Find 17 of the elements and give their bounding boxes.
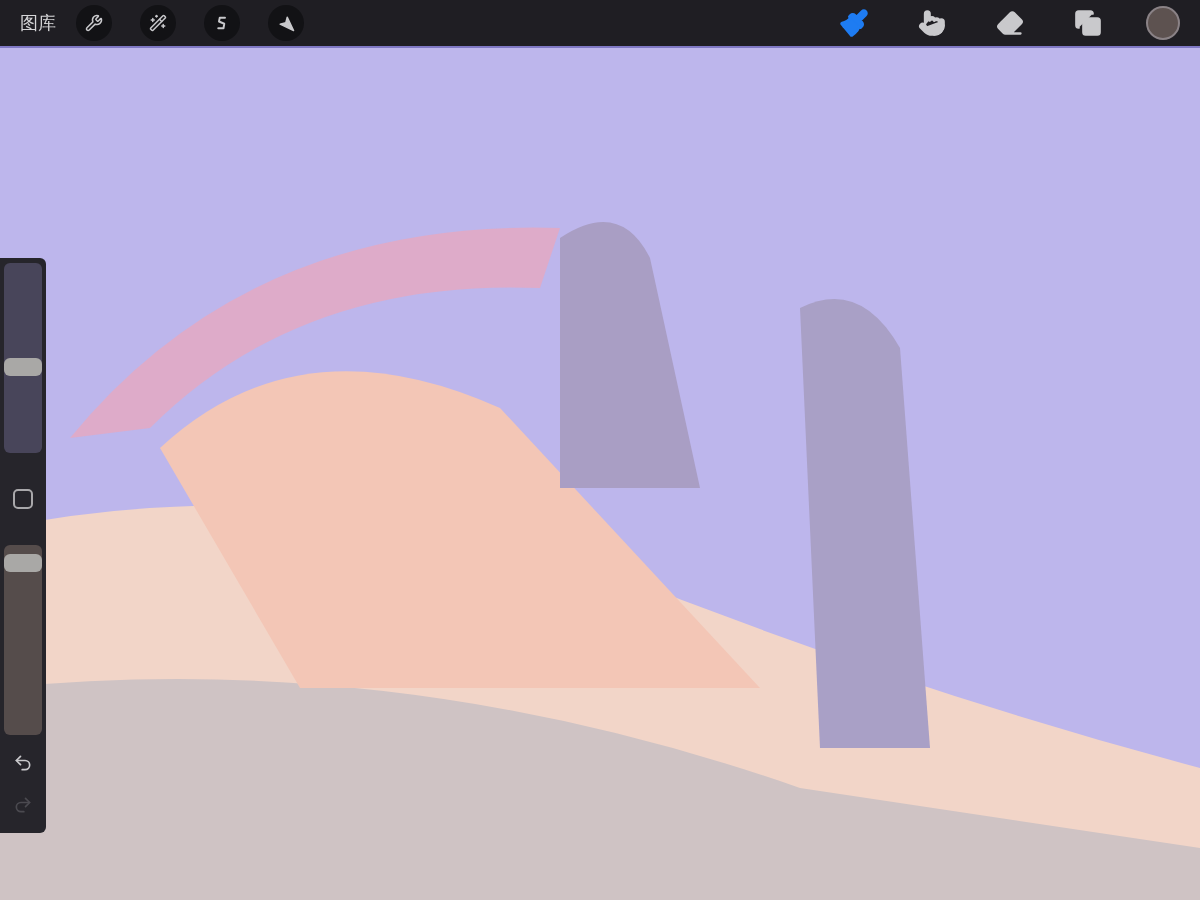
color-swatch[interactable] — [1146, 6, 1180, 40]
layers-icon — [1074, 9, 1102, 37]
slider-handle[interactable] — [4, 553, 42, 572]
wrench-icon — [85, 14, 103, 32]
paintbrush-icon — [839, 8, 869, 38]
eraser-icon — [996, 9, 1024, 37]
finger-icon — [918, 9, 946, 37]
gallery-button[interactable]: 图库 — [20, 9, 56, 37]
tool-button[interactable] — [140, 5, 176, 41]
undo-button[interactable] — [13, 753, 33, 773]
slider-handle[interactable] — [4, 357, 42, 376]
tool-button[interactable] — [204, 5, 240, 41]
tool-button[interactable] — [76, 5, 112, 41]
magic-wand-icon — [149, 14, 167, 32]
arrow-cursor-icon — [277, 14, 295, 32]
tool-button[interactable] — [268, 5, 304, 41]
modify-button[interactable] — [13, 489, 33, 509]
